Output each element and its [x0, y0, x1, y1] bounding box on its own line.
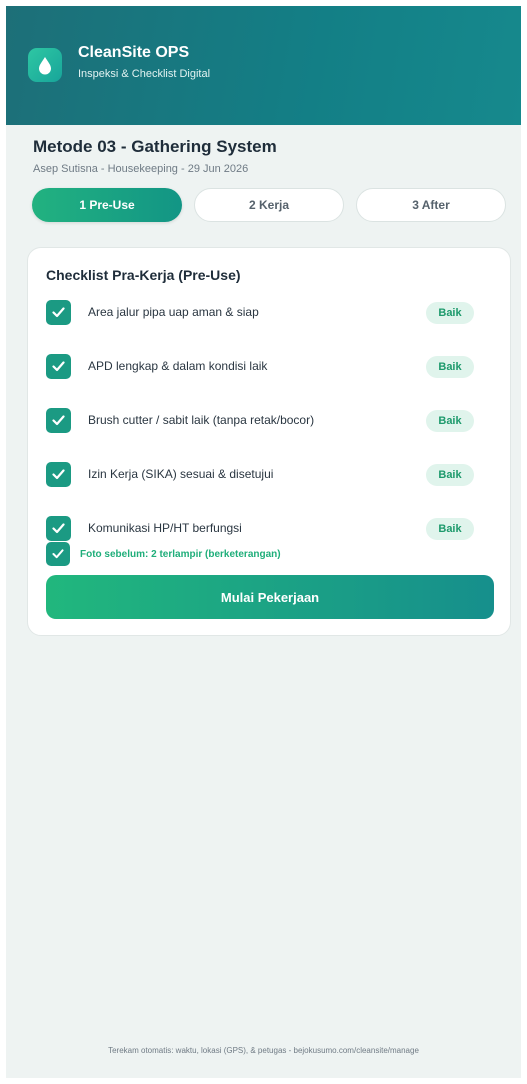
- checklist-item-label: Area jalur pipa uap aman & siap: [88, 305, 259, 319]
- app-subtitle: Inspeksi & Checklist Digital: [78, 68, 211, 80]
- check-icon: [52, 415, 65, 426]
- tab-step-label: 2 Kerja: [248, 198, 290, 212]
- checklist-item-label: Brush cutter / sabit laik (tanpa retak/b…: [88, 413, 315, 427]
- photo-note: Foto sebelum: 2 terlampir (berketerangan…: [80, 549, 281, 560]
- check-icon: [52, 469, 65, 480]
- checklist-item: APD lengkap & dalam kondisi laik Baik: [46, 354, 474, 380]
- check-icon: [52, 549, 64, 559]
- photo-attachment-row: Foto sebelum: 2 terlampir (berketerangan…: [46, 542, 474, 566]
- checklist-title: Checklist Pra-Kerja (Pre-Use): [46, 267, 241, 283]
- status-badge: Baik: [426, 302, 474, 324]
- checklist-item-label: Izin Kerja (SIKA) sesuai & disetujui: [88, 467, 274, 481]
- checklist-item-label: Komunikasi HP/HT berfungsi: [88, 521, 242, 535]
- app-screen: CleanSite OPS Inspeksi & Checklist Digit…: [6, 6, 521, 1078]
- checkbox[interactable]: [46, 408, 71, 433]
- step-tabs: 1 Pre-Use 2 Kerja 3 After: [32, 188, 508, 222]
- checklist-item: Izin Kerja (SIKA) sesuai & disetujui Bai…: [46, 462, 474, 488]
- page-meta: Asep Sutisna - Housekeeping - 29 Jun 202…: [33, 163, 249, 175]
- status-badge: Baik: [426, 356, 474, 378]
- status-badge: Baik: [426, 464, 474, 486]
- app-header: CleanSite OPS Inspeksi & Checklist Digit…: [6, 6, 521, 125]
- footer-note: Terekam otomatis: waktu, lokasi (GPS), &…: [108, 1046, 419, 1055]
- checklist-card: Checklist Pra-Kerja (Pre-Use) Area jalur…: [27, 247, 511, 636]
- water-drop-icon: [28, 48, 62, 82]
- check-icon: [52, 523, 65, 534]
- tab-step-label: 1 Pre-Use: [79, 198, 135, 212]
- checklist-item-label: APD lengkap & dalam kondisi laik: [88, 359, 268, 373]
- checklist-item: Komunikasi HP/HT berfungsi Baik: [46, 516, 474, 542]
- checkbox[interactable]: [46, 300, 71, 325]
- tab-step-pre-use[interactable]: 1 Pre-Use: [32, 188, 182, 222]
- check-icon: [52, 307, 65, 318]
- checkbox[interactable]: [46, 354, 71, 379]
- photo-checkbox[interactable]: [46, 542, 70, 566]
- status-badge: Baik: [426, 410, 474, 432]
- tab-step-kerja[interactable]: 2 Kerja: [194, 188, 344, 222]
- checkbox[interactable]: [46, 516, 71, 541]
- checklist-item: Brush cutter / sabit laik (tanpa retak/b…: [46, 408, 474, 434]
- tab-step-label: 3 After: [412, 198, 450, 212]
- app-name: CleanSite OPS: [78, 44, 190, 61]
- start-work-button[interactable]: Mulai Pekerjaan: [46, 575, 494, 619]
- checklist-item: Area jalur pipa uap aman & siap Baik: [46, 300, 474, 326]
- tab-step-after[interactable]: 3 After: [356, 188, 506, 222]
- check-icon: [52, 361, 65, 372]
- checkbox[interactable]: [46, 462, 71, 487]
- page-title: Metode 03 - Gathering System: [33, 137, 277, 156]
- status-badge: Baik: [426, 518, 474, 540]
